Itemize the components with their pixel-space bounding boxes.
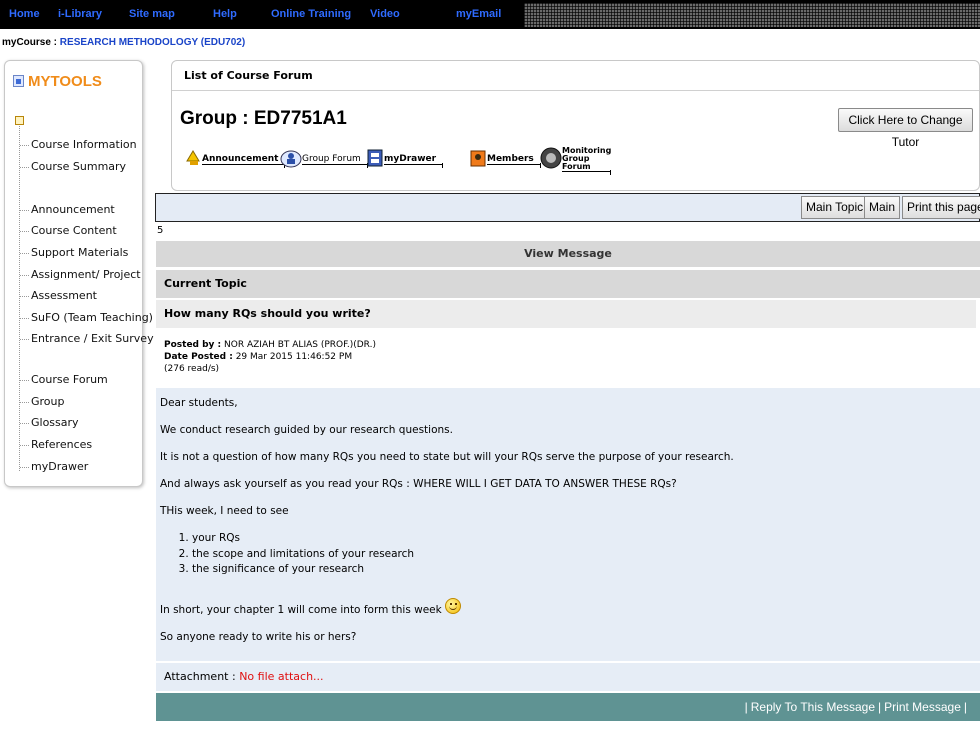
posted-by-label: Posted by :: [164, 340, 222, 350]
body-paragraph: THis week, I need to see: [160, 505, 289, 517]
main-button[interactable]: Main: [864, 196, 901, 219]
nav-help-link[interactable]: Help: [213, 8, 237, 20]
sidebar-item-course-summary[interactable]: Course Summary: [19, 160, 126, 173]
mytools-header: MYTOOLS: [13, 73, 102, 90]
posted-by-value: NOR AZIAH BT ALIAS (PROF.)(DR.): [224, 340, 376, 350]
body-list: your RQs the scope and limitations of yo…: [160, 531, 976, 578]
sidebar-item-sufo[interactable]: SuFO (Team Teaching): [20, 311, 153, 324]
attachment-label: Attachment :: [164, 670, 236, 683]
sidebar-item-assessment[interactable]: Assessment: [20, 289, 97, 302]
nav-pattern-decoration: [524, 3, 980, 27]
date-posted-value: 29 Mar 2015 11:46:52 PM: [235, 352, 353, 362]
tree-connector: [19, 126, 20, 471]
nav-myemail-link[interactable]: myEmail: [456, 8, 501, 20]
message-subject: How many RQs should you write?: [156, 300, 976, 328]
message-body: Dear students, We conduct research guide…: [156, 388, 980, 661]
sidebar-item-references[interactable]: References: [19, 438, 92, 451]
course-label: myCourse :: [2, 37, 58, 48]
body-paragraph: And always ask yourself as you read your…: [160, 478, 677, 490]
course-name[interactable]: RESEARCH METHODOLOGY (EDU702): [60, 37, 245, 48]
sidebar-item-assignment-project[interactable]: Assignment/ Project: [20, 268, 141, 281]
sidebar-item-announcement[interactable]: Announcement: [20, 203, 115, 216]
announcement-icon: [186, 150, 200, 165]
tree-root-icon[interactable]: [15, 116, 24, 125]
nav-video-link[interactable]: Video: [370, 8, 400, 20]
tool-group-forum-label: Group Forum: [302, 154, 368, 168]
body-paragraph: In short, your chapter 1 will come into …: [160, 603, 442, 616]
sidebar-item-group[interactable]: Group: [20, 395, 65, 408]
sidebar-item-course-content[interactable]: Course Content: [20, 224, 117, 237]
course-forum-panel: List of Course Forum Group : ED7751A1 Cl…: [171, 60, 980, 191]
smiley-icon: [444, 597, 461, 614]
reply-message-link[interactable]: Reply To This Message: [751, 700, 875, 714]
tool-mydrawer-label: myDrawer: [384, 154, 444, 168]
print-message-link[interactable]: Print Message: [884, 700, 961, 714]
sidebar-item-course-information[interactable]: Course Information: [20, 138, 137, 151]
nav-home-link[interactable]: Home: [9, 8, 40, 20]
attachment-row: Attachment : No file attach...: [156, 663, 980, 691]
sidebar-item-course-forum[interactable]: Course Forum: [20, 373, 108, 386]
sidebar-item-entrance-exit-survey[interactable]: Entrance / Exit Survey: [20, 332, 154, 345]
date-posted-label: Date Posted :: [164, 352, 233, 362]
forum-list-title: List of Course Forum: [184, 69, 313, 82]
tool-announcement-label: Announcement: [202, 154, 286, 168]
list-item: the scope and limitations of your resear…: [192, 547, 976, 563]
sidebar-item-mydrawer[interactable]: myDrawer: [19, 460, 88, 473]
mytools-sidebar: MYTOOLS Course Information Course Summar…: [4, 60, 154, 487]
tool-monitoring-label: Monitoring Group Forum: [562, 146, 612, 175]
top-navigation: Home i-Library Site map Help Online Trai…: [0, 0, 980, 29]
current-topic-header: Current Topic: [156, 270, 980, 298]
body-paragraph-with-smiley: In short, your chapter 1 will come into …: [160, 597, 976, 618]
separator: |: [744, 700, 748, 714]
list-item: your RQs: [192, 531, 976, 547]
main-topic-button[interactable]: Main Topic: [801, 196, 869, 219]
tools-icon: [13, 75, 24, 87]
nav-ilibrary-link[interactable]: i-Library: [58, 8, 102, 20]
nav-sitemap-link[interactable]: Site map: [129, 8, 175, 20]
forum-divider: [172, 90, 979, 91]
members-icon: [470, 150, 486, 167]
mytools-title: MYTOOLS: [28, 73, 102, 90]
sidebar-item-glossary[interactable]: Glossary: [20, 416, 79, 429]
sidebar-item-support-materials[interactable]: Support Materials: [19, 246, 128, 259]
message-action-bar: Main Topic Main Print this page: [155, 193, 980, 222]
tool-members-label: Members: [487, 154, 541, 168]
list-item: the significance of your research: [192, 562, 976, 578]
nav-online-training-link[interactable]: Online Training: [271, 8, 351, 20]
separator: |: [878, 700, 882, 714]
message-meta: Posted by : NOR AZIAH BT ALIAS (PROF.)(D…: [164, 339, 376, 375]
body-paragraph: We conduct research guided by our resear…: [160, 424, 453, 436]
group-forum-icon: [280, 150, 302, 168]
print-page-button[interactable]: Print this page: [902, 196, 980, 219]
stray-number: 5: [157, 225, 164, 236]
message-footer-bar: | Reply To This Message | Print Message |: [156, 693, 980, 721]
course-breadcrumb: myCourse : RESEARCH METHODOLOGY (EDU702): [2, 37, 245, 48]
body-paragraph: It is not a question of how many RQs you…: [160, 451, 734, 463]
view-message-header: View Message: [156, 241, 980, 267]
body-paragraph: So anyone ready to write his or hers?: [160, 630, 357, 643]
attachment-value: No file attach...: [239, 670, 324, 683]
monitoring-icon: [540, 147, 562, 169]
group-title: Group : ED7751A1: [180, 108, 347, 129]
mydrawer-icon: [367, 149, 383, 167]
read-count: (276 read/s): [164, 364, 220, 374]
change-tutor-button[interactable]: Click Here to Change Tutor: [838, 108, 973, 149]
body-paragraph: Dear students,: [160, 397, 238, 409]
separator: |: [963, 700, 967, 714]
